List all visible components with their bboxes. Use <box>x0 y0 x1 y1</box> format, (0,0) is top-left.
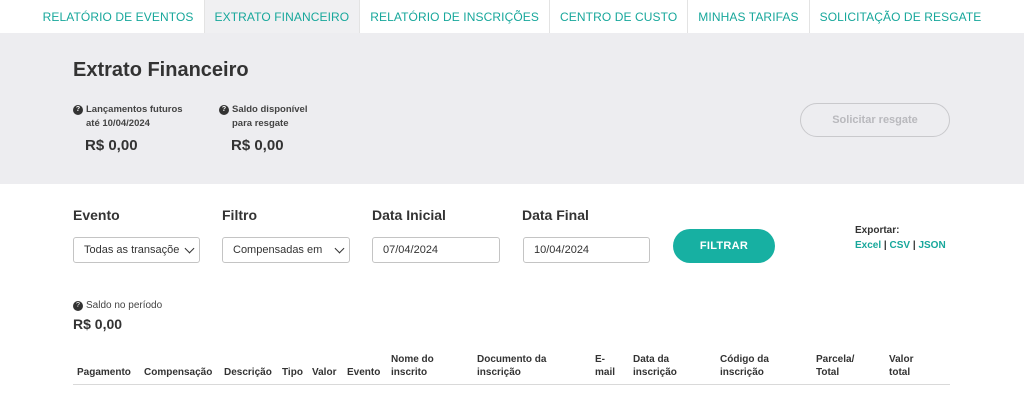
tab-centro-de-custo[interactable]: CENTRO DE CUSTO <box>550 0 689 33</box>
evento-label: Evento <box>73 207 120 223</box>
col-header-tipo[interactable]: Tipo <box>282 366 303 379</box>
col-header-parcela-total[interactable]: Parcela/Total <box>816 353 854 379</box>
export-csv-link[interactable]: CSV <box>890 240 911 251</box>
solicitar-resgate-button[interactable]: Solicitar resgate <box>800 103 950 137</box>
col-header-documento-inscricao[interactable]: Documento da inscrição <box>477 353 546 379</box>
top-nav: RELATÓRIO DE EVENTOS EXTRATO FINANCEIRO … <box>0 0 1024 33</box>
lancamentos-futuros-value: R$ 0,00 <box>85 137 138 154</box>
tab-list: RELATÓRIO DE EVENTOS EXTRATO FINANCEIRO … <box>33 0 992 33</box>
export-json-link[interactable]: JSON <box>918 240 945 251</box>
tab-solicitacao-resgate[interactable]: SOLICITAÇÃO DE RESGATE <box>810 0 992 33</box>
tab-relatorio-eventos[interactable]: RELATÓRIO DE EVENTOS <box>33 0 205 33</box>
data-final-value: 10/04/2024 <box>534 244 590 256</box>
lancamentos-futuros-label: ? Lançamentos futuros até 10/04/2024 <box>73 103 183 131</box>
filtrar-button[interactable]: FILTRAR <box>673 229 775 263</box>
data-inicial-label: Data Inicial <box>372 207 446 223</box>
export-separator: | <box>883 240 887 251</box>
help-icon[interactable]: ? <box>219 105 229 115</box>
saldo-disponivel-label: ? Saldo disponível para resgate <box>219 103 308 131</box>
saldo-disponivel-value: R$ 0,00 <box>231 137 284 154</box>
export-label: Exportar: <box>855 225 900 236</box>
lancamentos-futuros-label-line1: Lançamentos futuros <box>86 104 183 115</box>
col-header-email[interactable]: E-mail <box>595 353 615 379</box>
export-separator: | <box>912 240 916 251</box>
saldo-periodo-label: ? Saldo no período <box>73 300 162 311</box>
col-header-codigo-inscricao[interactable]: Código da inscrição <box>720 353 769 379</box>
saldo-disponivel-label-line1: Saldo disponível <box>232 104 308 115</box>
lancamentos-futuros: ? Lançamentos futuros até 10/04/2024 R$ … <box>73 103 183 154</box>
filtro-select[interactable]: Compensadas em <box>222 237 350 263</box>
tab-extrato-financeiro[interactable]: EXTRATO FINANCEIRO <box>204 0 361 33</box>
data-inicial-input[interactable]: 07/04/2024 <box>372 237 500 263</box>
chevron-down-icon <box>184 243 195 254</box>
summary-panel: Extrato Financeiro ? Lançamentos futuros… <box>0 33 1024 184</box>
tab-relatorio-inscricoes[interactable]: RELATÓRIO DE INSCRIÇÕES <box>360 0 550 33</box>
page-title: Extrato Financeiro <box>73 59 249 81</box>
export-panel: Exportar: Excel | CSV | JSON <box>855 223 946 253</box>
data-inicial-value: 07/04/2024 <box>383 244 439 256</box>
data-final-input[interactable]: 10/04/2024 <box>523 237 650 263</box>
lancamentos-futuros-label-line2: até 10/04/2024 <box>86 118 150 129</box>
export-links: Excel | CSV | JSON <box>855 238 946 253</box>
help-icon[interactable]: ? <box>73 105 83 115</box>
col-header-descricao[interactable]: Descrição <box>224 366 272 379</box>
chevron-down-icon <box>334 243 345 254</box>
filtro-label: Filtro <box>222 207 257 223</box>
evento-select[interactable]: Todas as transaçõe <box>73 237 200 263</box>
table-header: Pagamento Compensação Descrição Tipo Val… <box>0 349 1024 385</box>
saldo-disponivel: ? Saldo disponível para resgate R$ 0,00 <box>219 103 308 154</box>
saldo-disponivel-label-line2: para resgate <box>232 118 289 129</box>
filtro-select-value: Compensadas em <box>233 244 323 256</box>
help-icon[interactable]: ? <box>73 300 83 311</box>
col-header-data-inscricao[interactable]: Data da inscrição <box>633 353 677 379</box>
export-excel-link[interactable]: Excel <box>855 240 881 251</box>
saldo-periodo-label-text: Saldo no período <box>86 300 163 311</box>
table-header-divider <box>73 384 950 385</box>
tab-minhas-tarifas[interactable]: MINHAS TARIFAS <box>688 0 810 33</box>
col-header-valor[interactable]: Valor <box>312 366 336 379</box>
col-header-evento[interactable]: Evento <box>347 366 380 379</box>
saldo-periodo-value: R$ 0,00 <box>73 316 123 332</box>
data-final-label: Data Final <box>522 207 589 223</box>
col-header-pagamento[interactable]: Pagamento <box>77 366 131 379</box>
col-header-valor-total[interactable]: Valor total <box>889 353 913 379</box>
evento-select-value: Todas as transaçõe <box>84 244 180 256</box>
col-header-nome-inscrito[interactable]: Nome do inscrito <box>391 353 434 379</box>
col-header-compensacao[interactable]: Compensação <box>144 366 212 379</box>
